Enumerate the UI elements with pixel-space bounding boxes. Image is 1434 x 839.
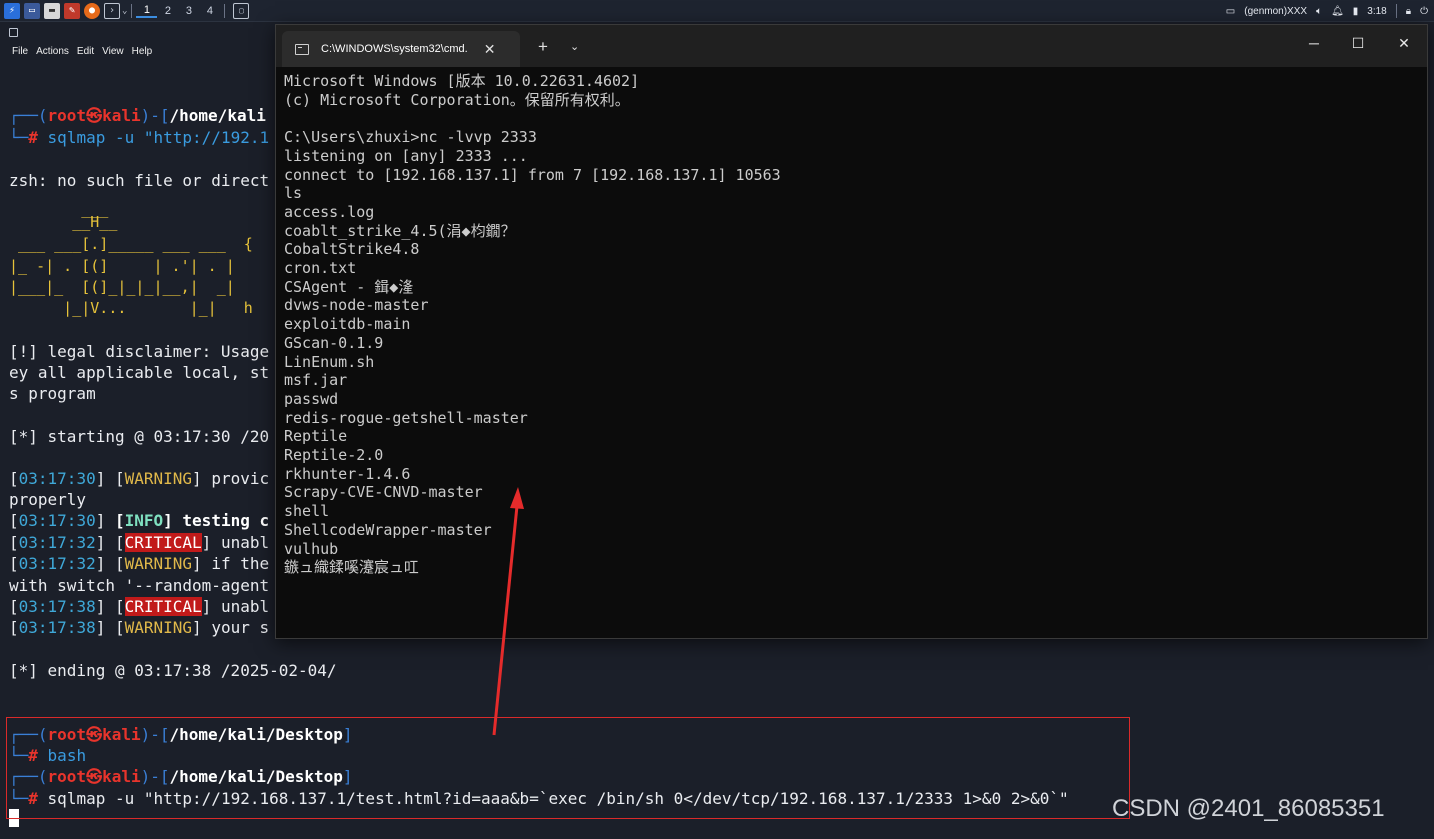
workspace-2[interactable]: 2: [157, 5, 178, 17]
cmd-output-line: GScan-0.1.9: [284, 333, 384, 352]
ending-line: [*] ending @ 03:17:38 /2025-02-04/: [9, 661, 337, 680]
battery-icon[interactable]: ▮: [1353, 6, 1359, 17]
menu-actions[interactable]: Actions: [36, 46, 69, 57]
cmd-output-line: Reptile-2.0: [284, 446, 384, 465]
tray-separator: [1395, 4, 1397, 18]
sqlmap-banner-5: |___|_ [(]_|_|_|__,| _|: [9, 278, 235, 296]
cmd-output-line: passwd: [284, 389, 339, 408]
new-tab-button[interactable]: +: [538, 37, 548, 57]
sqlmap-banner-4: |_ -| . [(] | .'| . |: [9, 257, 235, 275]
text-editor-icon[interactable]: ✎: [64, 2, 80, 19]
terminal-icon[interactable]: ›: [104, 2, 120, 19]
file-manager-icon[interactable]: ▬: [44, 2, 60, 19]
cmd-output-line: Reptile: [284, 427, 348, 446]
console-icon: [295, 43, 309, 55]
cmd-output-line: LinEnum.sh: [284, 352, 375, 371]
notification-bell-icon[interactable]: 🔔︎: [1331, 6, 1344, 17]
csdn-watermark: CSDN @2401_86085351: [1112, 795, 1385, 822]
log-line: [03:17:32] [WARNING] if the: [9, 554, 270, 573]
log-line: [03:17:30] [WARNING] provic: [9, 469, 270, 488]
highlight-box: [6, 717, 1130, 819]
cmd-output-line: redis-rogue-getshell-master: [284, 408, 528, 427]
genmon-icon: ▭: [1225, 5, 1236, 17]
cmd-titlebar[interactable]: C:\WINDOWS\system32\cmd. ✕ + ⌄ ─ ☐ ✕: [276, 25, 1427, 67]
menu-help[interactable]: Help: [132, 46, 153, 57]
cmd-output-line: shell: [284, 502, 330, 521]
legal-disclaimer-1: [!] legal disclaimer: Usage: [9, 342, 270, 361]
sqlmap-banner-6: |_|V... |_| h: [9, 299, 253, 317]
prompt-line-1: ┌──(root㉿kali)-[/home/kali: [9, 106, 266, 125]
lock-icon[interactable]: 🔒︎: [1406, 6, 1411, 17]
cmd-output-line: [284, 109, 1419, 128]
log-line: with switch '--random-agent: [9, 576, 270, 595]
minimize-button[interactable]: ─: [1299, 35, 1329, 51]
cmd-output-line: CobaltStrike4.8: [284, 240, 420, 259]
desktop-icon[interactable]: ▭: [24, 2, 40, 19]
cmd-output-line: dvws-node-master: [284, 296, 429, 315]
zsh-error: zsh: no such file or direct: [9, 171, 270, 190]
system-tray: ▭ (genmon)XXX 🔈︎ 🔔︎ ▮ 3:18 🔒︎ ⏻: [1226, 0, 1434, 22]
legal-disclaimer-3: s program: [9, 384, 96, 403]
cmd-output-line: (c) Microsoft Corporation。保留所有权利。: [284, 90, 630, 109]
panel-separator: [131, 3, 133, 18]
close-button[interactable]: ✕: [1389, 35, 1419, 52]
chevron-down-icon[interactable]: ⌄: [122, 6, 127, 16]
menu-file[interactable]: File: [12, 46, 28, 57]
volume-icon[interactable]: 🔈︎: [1316, 6, 1322, 17]
terminal-window-icon: [9, 28, 18, 37]
cmd-output-line: CSAgent - 鍓◆湰: [284, 277, 414, 296]
cmd-output-line: C:\Users\zhuxi>nc -lvvp 2333: [284, 128, 537, 147]
cmd-tab[interactable]: C:\WINDOWS\system32\cmd. ✕: [282, 31, 520, 67]
legal-disclaimer-2: ey all applicable local, st: [9, 363, 270, 382]
cmd-output-line: vulhub: [284, 539, 339, 558]
log-line: [03:17:38] [WARNING] your s: [9, 618, 270, 637]
panel-separator: [224, 3, 226, 18]
terminal-menubar: File Actions Edit View Help: [12, 46, 152, 57]
workspace-1[interactable]: 1: [136, 4, 158, 18]
log-line: [03:17:38] [CRITICAL] unabl: [9, 597, 270, 616]
kali-menu-icon[interactable]: ⚡: [4, 2, 20, 19]
cmd-output-line: connect to [192.168.137.1] from 7 [192.1…: [284, 165, 781, 184]
log-line: properly: [9, 490, 87, 509]
cmd-output-line: listening on [any] 2333 ...: [284, 146, 528, 165]
cmd-output-line: 鏃ュ織鍒嗘瀽宸ュ叿: [284, 558, 420, 577]
clock[interactable]: 3:18: [1367, 6, 1386, 17]
cmd-output-line: coablt_strike_4.5(涓◆枃鐗？: [284, 221, 516, 240]
window-button-icon[interactable]: ▢: [233, 2, 250, 19]
workspace-4[interactable]: 4: [199, 5, 220, 17]
cmd-output-line: Scrapy-CVE-CNVD-master: [284, 483, 483, 502]
maximize-button[interactable]: ☐: [1343, 35, 1373, 52]
menu-view[interactable]: View: [102, 46, 124, 57]
cmd-output-line: ls: [284, 184, 303, 203]
power-icon[interactable]: ⏻: [1420, 6, 1428, 17]
cmd-output-line: access.log: [284, 202, 375, 221]
workspace-3[interactable]: 3: [178, 5, 199, 17]
cmd-output-line: Microsoft Windows [版本 10.0.22631.4602]: [284, 72, 640, 90]
log-line: [03:17:30] [INFO] testing c: [9, 511, 270, 530]
cmd-window[interactable]: C:\WINDOWS\system32\cmd. ✕ + ⌄ ─ ☐ ✕ Mic…: [275, 24, 1428, 639]
command-line-1: └─# sqlmap -u "http://192.1: [9, 128, 270, 147]
cmd-output-line: exploitdb-main: [284, 315, 411, 334]
close-tab-icon[interactable]: ✕: [484, 41, 496, 58]
menu-edit[interactable]: Edit: [77, 46, 94, 57]
cmd-output-line: msf.jar: [284, 371, 348, 390]
top-panel: ⚡ ▭ ▬ ✎ ● › ⌄ 1 2 3 4 ▢ ▭ (genmon)XXX 🔈︎…: [0, 0, 1434, 22]
genmon-text[interactable]: (genmon)XXX: [1244, 6, 1307, 17]
starting-line: [*] starting @ 03:17:30 /20: [9, 427, 270, 446]
tab-title: C:\WINDOWS\system32\cmd.: [321, 43, 468, 55]
sqlmap-banner-2: __H__: [9, 213, 118, 231]
cmd-output-line: rkhunter-1.4.6: [284, 464, 411, 483]
chevron-down-icon[interactable]: ⌄: [570, 40, 579, 53]
cmd-output[interactable]: Microsoft Windows [版本 10.0.22631.4602] (c…: [284, 72, 1419, 577]
cmd-output-line: ShellcodeWrapper-master: [284, 520, 492, 539]
sqlmap-banner-3: ___ ___[.]_____ ___ ___ {: [9, 235, 253, 253]
firefox-icon[interactable]: ●: [84, 2, 100, 19]
log-line: [03:17:32] [CRITICAL] unabl: [9, 533, 270, 552]
cmd-output-line: cron.txt: [284, 259, 357, 278]
